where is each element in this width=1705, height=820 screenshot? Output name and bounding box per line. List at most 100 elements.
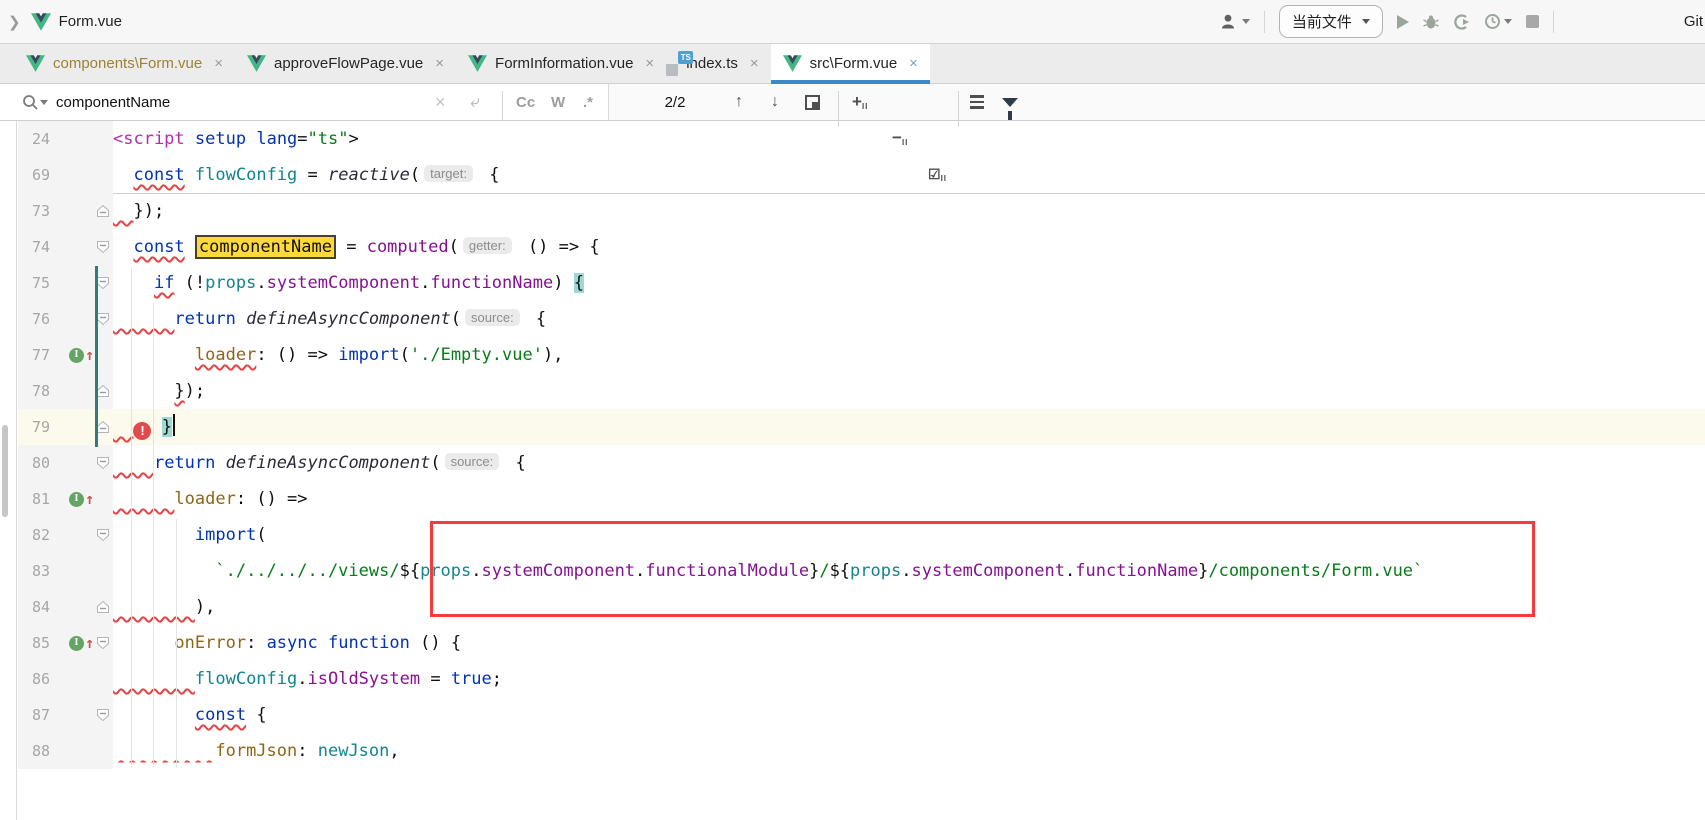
profiler-button[interactable] (1484, 13, 1512, 30)
code-text[interactable]: loader: () => import('./Empty.vue'), (113, 337, 1705, 373)
close-tab-icon[interactable]: × (909, 55, 918, 72)
code-token: ( (451, 309, 461, 329)
code-line-76[interactable]: 76 return defineAsyncComponent(source: { (18, 301, 1705, 337)
implemented-marker-icon[interactable]: I↑ (69, 348, 94, 363)
code-line-88[interactable]: 88 formJson: newJson, (18, 733, 1705, 769)
fold-marker-icon[interactable] (96, 373, 113, 409)
code-text[interactable]: }); (113, 193, 1705, 229)
gutter-icons (52, 445, 96, 481)
close-tab-icon[interactable]: × (435, 55, 444, 72)
open-in-find-window-icon[interactable] (805, 84, 820, 120)
code-token: ( (400, 345, 410, 365)
regex-toggle[interactable]: .* (583, 84, 593, 120)
search-input[interactable]: componentName (56, 84, 170, 120)
line-number[interactable]: 75 (18, 265, 52, 301)
line-number[interactable]: 88 (18, 733, 52, 769)
scrollbar-thumb[interactable] (2, 425, 8, 517)
code-text[interactable]: const { (113, 697, 1705, 733)
next-occurrence-button[interactable]: ↓ (771, 84, 779, 120)
code-text[interactable]: ! } (113, 409, 1705, 445)
stop-button[interactable] (1526, 15, 1539, 28)
match-case-toggle[interactable]: Cc (516, 84, 535, 120)
line-number[interactable]: 73 (18, 193, 52, 229)
fold-marker-icon[interactable] (96, 301, 113, 337)
code-line-80[interactable]: 80 return defineAsyncComponent(source: { (18, 445, 1705, 481)
clear-search-icon[interactable]: × (435, 84, 446, 120)
code-line-77[interactable]: 77 I↑ loader: () => import('./Empty.vue')… (18, 337, 1705, 373)
code-line-75[interactable]: 75 if (!props.systemComponent.functionNa… (18, 265, 1705, 301)
close-tab-icon[interactable]: × (750, 55, 759, 72)
fold-marker-icon[interactable] (96, 229, 113, 265)
code-line-86[interactable]: 86 flowConfig.isOldSystem = true; (18, 661, 1705, 697)
search-icon[interactable] (22, 84, 48, 120)
editor-tab[interactable]: FormInformation.vue× (456, 44, 666, 83)
run-configuration-selector[interactable]: 当前文件 (1279, 5, 1383, 38)
line-number[interactable]: 84 (18, 589, 52, 625)
line-number[interactable]: 76 (18, 301, 52, 337)
line-number[interactable]: 86 (18, 661, 52, 697)
fold-marker-icon[interactable] (96, 265, 113, 301)
code-line-78[interactable]: 78 }); (18, 373, 1705, 409)
close-tab-icon[interactable]: × (645, 55, 654, 72)
code-text[interactable]: formJson: newJson, (113, 733, 1705, 769)
previous-occurrence-button[interactable]: ↑ (735, 84, 743, 120)
line-number[interactable]: 74 (18, 229, 52, 265)
code-text[interactable]: return defineAsyncComponent(source: { (113, 445, 1705, 481)
line-number[interactable]: 82 (18, 517, 52, 553)
code-line-73[interactable]: 73 }); (18, 193, 1705, 229)
error-bulb-icon[interactable]: ! (133, 422, 151, 440)
code-line-81[interactable]: 81 I↑ loader: () => (18, 481, 1705, 517)
line-number[interactable]: 69 (18, 157, 52, 193)
line-number[interactable]: 83 (18, 553, 52, 589)
code-token: functionName (430, 273, 553, 293)
line-number[interactable]: 85 (18, 625, 52, 661)
new-line-icon[interactable]: ⤶ (470, 84, 480, 120)
code-line-85[interactable]: 85 I↑ onError: async function () { (18, 625, 1705, 661)
gutter-icons (52, 409, 96, 445)
editor-tab[interactable]: approveFlowPage.vue× (235, 44, 456, 83)
line-number[interactable]: 81 (18, 481, 52, 517)
code-text[interactable]: onError: async function () { (113, 625, 1705, 661)
code-text[interactable]: }); (113, 373, 1705, 409)
code-editor[interactable]: 6565 24<script setup lang="ts">69 const … (0, 121, 1705, 820)
line-number[interactable]: 24 (18, 121, 52, 157)
line-number[interactable]: 79 (18, 409, 52, 445)
select-all-occurrences-button[interactable]: ☑II (928, 156, 1705, 192)
git-menu[interactable]: Git (1684, 13, 1703, 30)
fold-marker-icon[interactable] (96, 193, 113, 229)
code-text[interactable]: loader: () => (113, 481, 1705, 517)
line-number[interactable]: 80 (18, 445, 52, 481)
code-line-74[interactable]: 74 const componentName = computed(getter… (18, 229, 1705, 265)
code-text[interactable]: flowConfig.isOldSystem = true; (113, 661, 1705, 697)
editor-tab[interactable]: components\Form.vue× (14, 44, 235, 83)
editor-tab[interactable]: src\Form.vue× (771, 44, 930, 83)
text-caret (173, 414, 175, 436)
run-button[interactable] (1397, 15, 1409, 29)
fold-marker-icon[interactable] (96, 697, 113, 733)
editor-tab[interactable]: TSindex.ts× (666, 44, 770, 83)
fold-marker-icon[interactable] (96, 625, 113, 661)
line-number[interactable]: 78 (18, 373, 52, 409)
fold-marker-icon[interactable] (96, 409, 113, 445)
code-text[interactable]: const componentName = computed(getter: (… (113, 229, 1705, 265)
user-account-button[interactable] (1221, 14, 1250, 29)
indent-guide (153, 303, 154, 768)
search-options-icon[interactable] (970, 84, 984, 120)
remove-occurrence-button[interactable]: −II (892, 120, 1705, 156)
code-line-87[interactable]: 87 const { (18, 697, 1705, 733)
code-line-79[interactable]: 79 ! } (18, 409, 1705, 445)
filter-icon[interactable] (1002, 84, 1018, 120)
code-text[interactable]: if (!props.systemComponent.functionName)… (113, 265, 1705, 301)
run-with-coverage-button[interactable] (1453, 14, 1470, 30)
implemented-marker-icon[interactable]: I↑ (69, 636, 94, 651)
line-number[interactable]: 87 (18, 697, 52, 733)
fold-marker-icon[interactable] (96, 589, 113, 625)
close-tab-icon[interactable]: × (214, 55, 223, 72)
implemented-marker-icon[interactable]: I↑ (69, 492, 94, 507)
debug-button[interactable] (1423, 14, 1439, 30)
fold-marker-icon[interactable] (96, 445, 113, 481)
line-number[interactable]: 77 (18, 337, 52, 373)
code-text[interactable]: return defineAsyncComponent(source: { (113, 301, 1705, 337)
whole-words-toggle[interactable]: W (551, 84, 565, 120)
fold-marker-icon[interactable] (96, 517, 113, 553)
